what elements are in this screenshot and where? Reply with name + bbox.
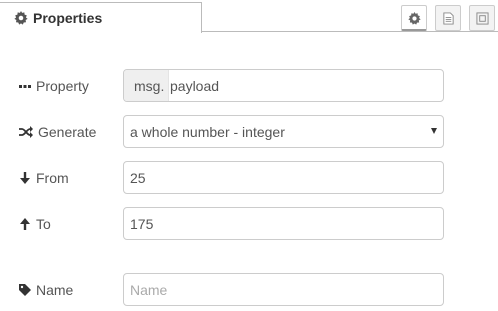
to-input[interactable]: 175 xyxy=(123,207,444,240)
gear-icon xyxy=(408,12,421,25)
tag-icon xyxy=(19,284,31,296)
tab-properties[interactable]: Properties xyxy=(0,2,202,33)
name-label: Name xyxy=(19,281,73,299)
shuffle-icon xyxy=(19,126,33,138)
document-icon xyxy=(443,12,454,25)
property-input[interactable]: msg. payload xyxy=(123,69,444,102)
property-row: Property msg. payload xyxy=(0,69,498,103)
property-label: Property xyxy=(19,77,89,95)
description-button[interactable] xyxy=(435,5,461,31)
to-label: To xyxy=(19,215,51,233)
to-row: To 175 xyxy=(0,207,498,241)
chevron-down-icon xyxy=(431,128,437,134)
settings-button[interactable] xyxy=(401,5,427,31)
name-placeholder: Name xyxy=(130,282,168,298)
tab-title: Properties xyxy=(33,10,103,26)
tab-bar: Properties xyxy=(0,0,498,33)
name-input[interactable]: Name xyxy=(123,273,444,306)
property-type-prefix[interactable]: msg. xyxy=(124,70,169,101)
property-value: payload xyxy=(170,78,220,94)
ellipsis-icon xyxy=(19,85,31,88)
name-row: Name Name xyxy=(0,273,498,307)
from-input[interactable]: 25 xyxy=(123,161,444,194)
from-value: 25 xyxy=(130,170,146,186)
arrow-up-icon xyxy=(20,218,30,230)
arrow-down-icon xyxy=(20,172,30,184)
layout-icon xyxy=(476,12,489,25)
generate-selected-value: a whole number - integer xyxy=(130,124,285,140)
gear-icon xyxy=(14,11,28,25)
from-label: From xyxy=(19,169,69,187)
generate-select[interactable]: a whole number - integer xyxy=(123,115,444,148)
appearance-button[interactable] xyxy=(469,5,495,31)
generate-label: Generate xyxy=(19,123,96,141)
to-value: 175 xyxy=(130,216,154,232)
generate-row: Generate a whole number - integer xyxy=(0,115,498,149)
from-row: From 25 xyxy=(0,161,498,195)
